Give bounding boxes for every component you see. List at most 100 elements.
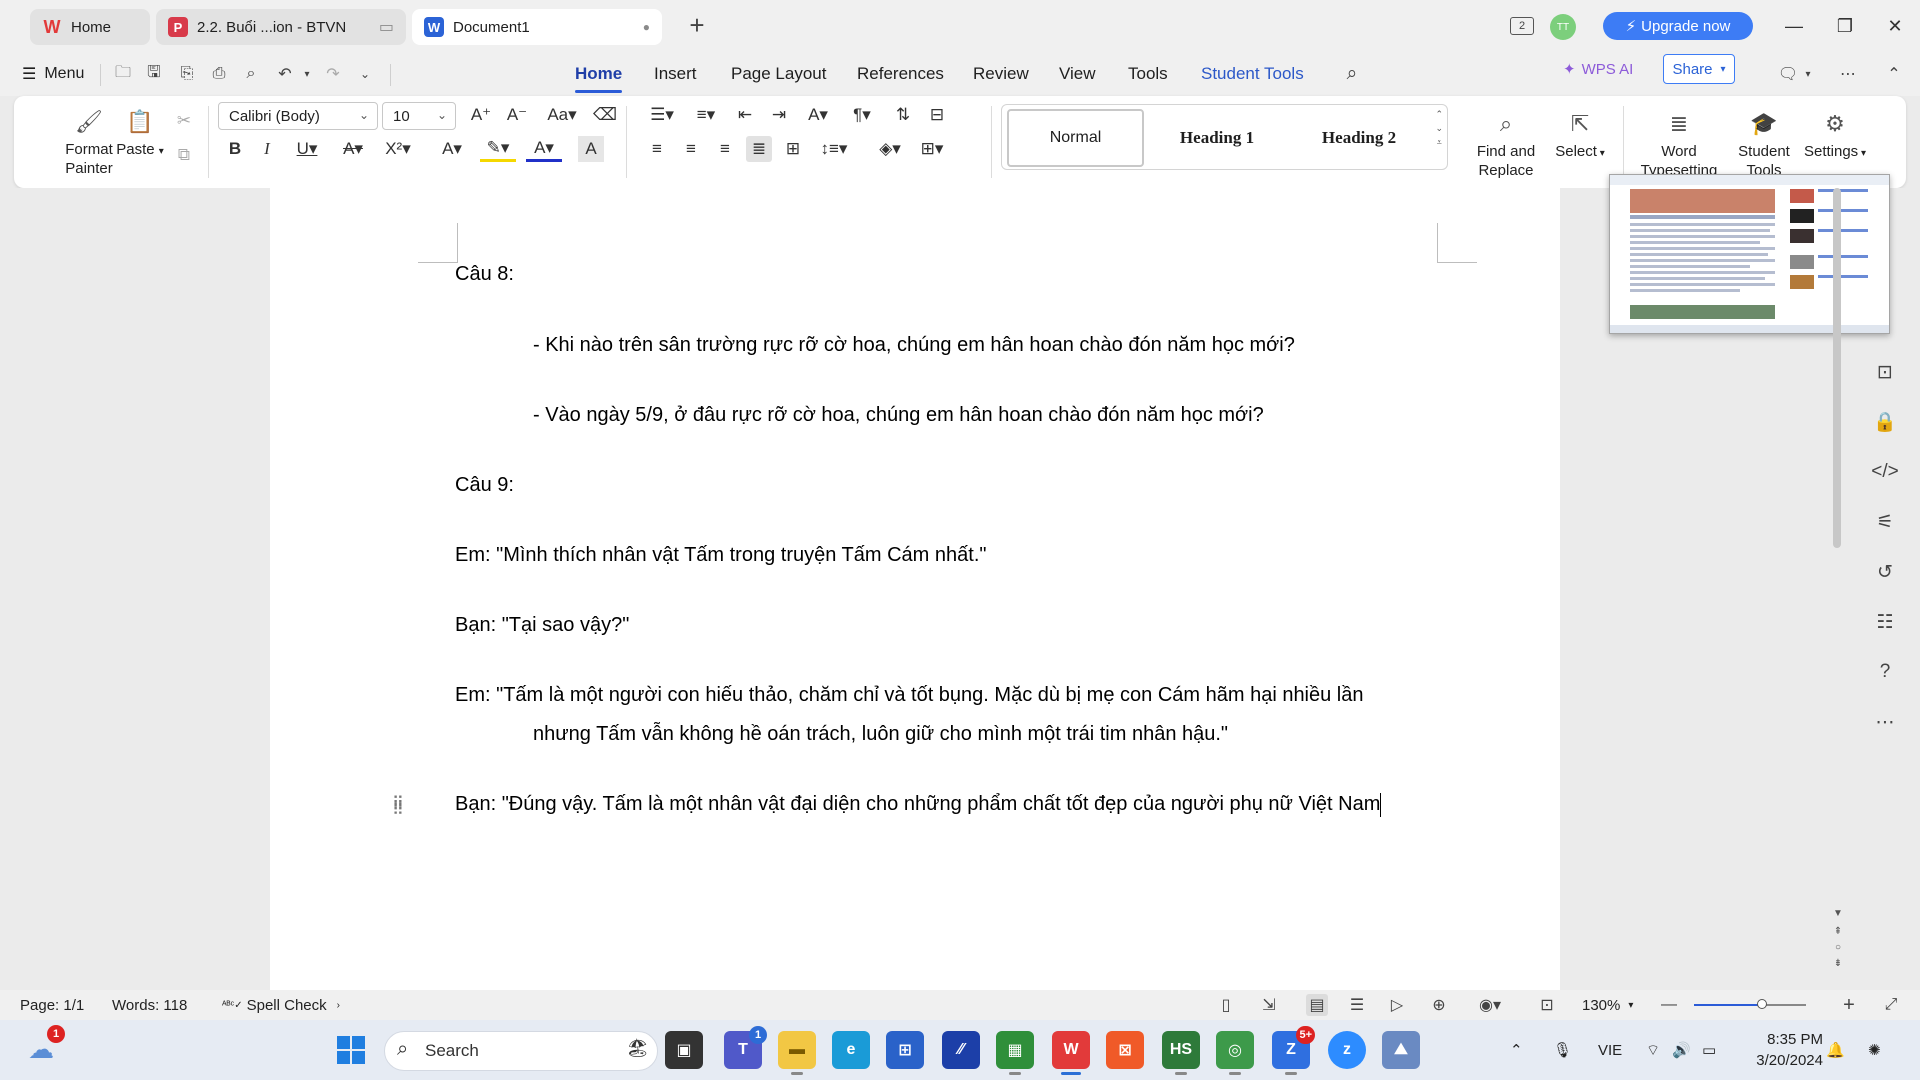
page-view-icon[interactable]: ▯ [1215,994,1237,1016]
word-count[interactable]: Words: 118 [112,995,187,1015]
hs-app-icon[interactable]: HS [1162,1031,1200,1075]
zoom-slider-knob[interactable] [1757,999,1767,1009]
word-typesetting-button[interactable]: ≣ Word Typesetting [1634,108,1724,180]
paragraph[interactable]: Câu 9: [455,466,514,504]
font-name-select[interactable]: Calibri (Body) ⌄ [218,102,378,130]
more-options-icon[interactable]: ⋯ [1837,63,1859,85]
italic-icon[interactable]: I [254,136,280,162]
underline-icon[interactable]: U▾ [290,136,324,162]
bullets-icon[interactable]: ☰▾ [644,102,680,128]
align-right-icon[interactable]: ≡ [712,136,738,162]
help-icon[interactable]: ? [1871,658,1899,686]
main-menu-button[interactable]: ☰ Menu [22,52,84,96]
tab-review[interactable]: Review [973,52,1029,96]
task-view-icon[interactable]: ▣ [665,1031,703,1069]
image-viewer-icon[interactable]: ⛰ [1382,1031,1420,1069]
open-folder-icon[interactable]: 🗀 [112,63,134,85]
font-size-select[interactable]: 10 ⌄ [382,102,456,130]
tab-document1[interactable]: W Document1 ● [412,9,662,45]
copy-icon[interactable]: ⧉ [171,142,197,168]
unsaved-dot-icon[interactable]: ● [643,20,650,34]
close-window-button[interactable]: ✕ [1880,12,1910,40]
microphone-icon[interactable]: 🎙 [1553,1036,1572,1064]
drag-handle-icon[interactable]: ⠿ ⠿ [392,796,406,822]
justify-icon[interactable]: ≣ [746,136,772,162]
paragraph[interactable]: Bạn: "Đúng vậy. Tấm là một nhân vật đại … [455,793,1380,815]
styles-scroll-icon[interactable]: ⌃ ⌄ ⩡ [1435,107,1443,149]
share-button[interactable]: Share ▾ [1663,54,1735,84]
volume-icon[interactable]: 🔊 [1672,1036,1691,1064]
select-button[interactable]: ⇱ Select ▾ [1550,108,1610,163]
file-explorer-icon[interactable]: ▬ [778,1031,816,1075]
restore-button[interactable]: ❐ [1830,12,1860,40]
lock-icon[interactable]: 🔒 [1871,408,1899,436]
paragraph[interactable]: nhưng Tấm vẫn không hề oán trách, luôn g… [533,715,1228,753]
show-hidden-icons[interactable]: ⌃ [1510,1036,1523,1064]
print-preview-icon[interactable]: ⌕ [240,63,262,85]
adjustments-icon[interactable]: ⚟ [1871,508,1899,536]
increase-indent-icon[interactable]: ⇥ [766,102,792,128]
bold-icon[interactable]: B [222,136,248,162]
new-tab-button[interactable]: + [682,10,712,40]
battery-icon[interactable]: ▭ [1702,1036,1716,1064]
grow-font-icon[interactable]: A⁺ [468,102,494,128]
fullscreen-icon[interactable]: ⤢ [1880,994,1902,1016]
collapse-ribbon-icon[interactable]: ⌃ [1883,63,1905,85]
microsoft-store-icon[interactable]: ⊞ [886,1031,924,1069]
wps-ai-button[interactable]: ✦ WPS AI [1563,57,1633,81]
paragraph-marks-icon[interactable]: ¶▾ [844,102,880,128]
redo-icon[interactable]: ↷ [322,63,344,85]
zoom-out-icon[interactable]: — [1658,994,1680,1016]
web-layout-icon[interactable]: ⊕ [1428,994,1450,1016]
tab-home[interactable]: W Home [30,9,150,45]
teams-icon[interactable]: T1 [724,1026,767,1069]
numbering-icon[interactable]: ≡▾ [688,102,724,128]
eye-protection-icon[interactable]: ◉▾ [1470,994,1510,1016]
tab-view[interactable]: View [1059,52,1096,96]
customize-chevron-icon[interactable]: ⌄ [354,63,376,85]
align-left-icon[interactable]: ≡ [644,136,670,162]
shrink-font-icon[interactable]: A⁻ [504,102,530,128]
search-icon[interactable]: ⌕ [1341,63,1363,85]
code-icon[interactable]: </> [1871,458,1899,486]
minimize-button[interactable]: — [1779,12,1809,40]
paragraph[interactable]: Bạn: "Tại sao vậy?" [455,606,629,644]
tab-references[interactable]: References [857,52,944,96]
sort-icon[interactable]: ⇅ [890,102,916,128]
wps-office-icon[interactable]: W [1052,1031,1090,1075]
save-icon[interactable]: 🖫 [143,63,165,85]
character-shading-icon[interactable]: A [578,136,604,162]
style-heading-2[interactable]: Heading 2 [1290,109,1428,167]
crop-screen-icon[interactable]: ⊡ [1871,358,1899,386]
text-direction-icon[interactable]: A▾ [800,102,836,128]
font-color-icon[interactable]: A▾ [526,136,562,162]
history-icon[interactable]: ↺ [1871,558,1899,586]
paragraph[interactable]: - Vào ngày 5/9, ở đâu rực rỡ cờ hoa, chú… [533,396,1264,434]
avatar[interactable]: TT [1550,14,1576,40]
document-page[interactable] [270,188,1560,990]
zalo-icon[interactable]: Z 5+ [1272,1026,1315,1075]
tab-page-layout[interactable]: Page Layout [731,52,826,96]
export-icon[interactable]: ⎘ [176,63,198,85]
student-tools-button[interactable]: 🎓 Student Tools [1733,108,1795,180]
zoom-in-icon[interactable]: + [1838,994,1860,1016]
superscript-icon[interactable]: X²▾ [380,136,416,162]
paragraph[interactable]: - Khi nào trên sân trường rực rỡ cờ hoa,… [533,326,1295,364]
zoom-slider[interactable] [1694,999,1806,1009]
undo-dropdown-icon[interactable]: ▾ [296,63,318,85]
print-layout-icon[interactable]: ▤ [1306,994,1328,1016]
tab-tools[interactable]: Tools [1128,52,1168,96]
zoom-level-select[interactable]: 130% ▾ [1582,995,1633,1015]
outline-view-icon[interactable]: ☰ [1346,994,1368,1016]
windows-start-icon[interactable] [332,1031,370,1069]
spreadsheet-icon[interactable]: ▦ [996,1031,1034,1075]
tab-home-menu[interactable]: Home [575,52,623,96]
cut-icon[interactable]: ✂ [171,108,197,134]
system-clock[interactable]: 8:35 PM 3/20/2024 [1745,1029,1823,1071]
table-lines-icon[interactable]: ⊟ [924,102,950,128]
tab-pdf-document[interactable]: P 2.2. Buổi ...ion - BTVN ▭ [156,9,406,45]
edge-icon[interactable]: e [832,1031,870,1069]
copilot-icon[interactable]: ✺ [1868,1036,1881,1064]
paragraph[interactable]: Em: "Tấm là một người con hiếu thảo, chă… [455,676,1364,714]
visual-studio-icon[interactable]: ∕∕ [942,1031,980,1069]
